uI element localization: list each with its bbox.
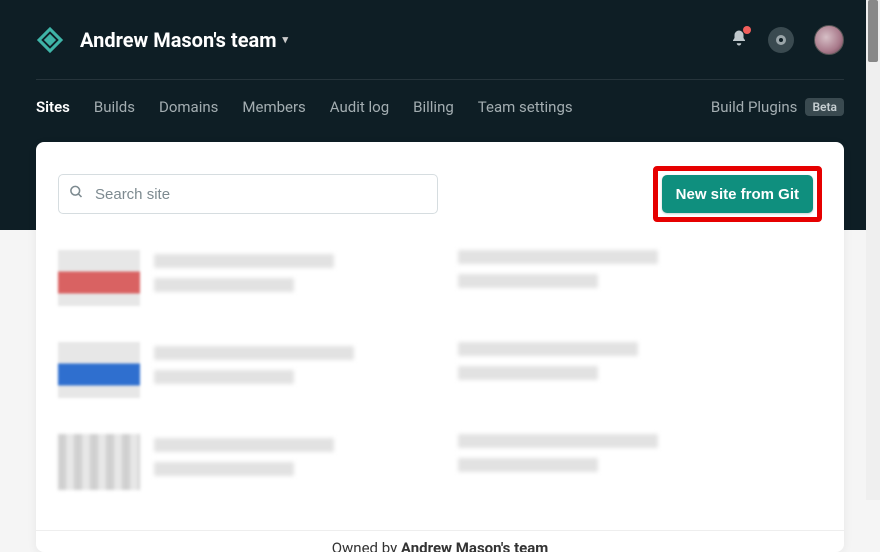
tab-billing[interactable]: Billing [413, 98, 454, 116]
settings-icon[interactable] [768, 27, 794, 53]
owned-by-footer: Owned by Andrew Mason's team [36, 530, 844, 552]
beta-badge: Beta [805, 98, 844, 116]
chevron-down-icon: ▾ [283, 33, 289, 46]
site-thumbnail [58, 250, 140, 306]
site-item[interactable] [58, 250, 422, 306]
netlify-logo[interactable] [36, 26, 64, 54]
tab-builds[interactable]: Builds [94, 98, 135, 116]
site-item[interactable] [458, 434, 822, 490]
tab-team-settings[interactable]: Team settings [478, 98, 573, 116]
notifications-icon[interactable] [730, 29, 748, 51]
site-item[interactable] [58, 342, 422, 398]
team-nav-tabs: Sites Builds Domains Members Audit log B… [36, 80, 844, 134]
site-meta-redacted [154, 434, 334, 476]
avatar[interactable] [814, 25, 844, 55]
site-item[interactable] [458, 342, 822, 398]
build-plugins-link[interactable]: Build Plugins Beta [711, 98, 844, 116]
notification-dot [743, 26, 751, 34]
team-switcher[interactable]: Andrew Mason's team ▾ [80, 28, 288, 52]
tab-domains[interactable]: Domains [159, 98, 218, 116]
site-thumbnail [58, 434, 140, 490]
new-site-from-git-button[interactable]: New site from Git [662, 175, 813, 213]
tab-sites[interactable]: Sites [36, 98, 70, 116]
tab-audit-log[interactable]: Audit log [330, 98, 389, 116]
tab-members[interactable]: Members [242, 98, 305, 116]
site-thumbnail [58, 342, 140, 398]
search-wrap [58, 174, 438, 214]
site-meta-redacted [154, 342, 354, 384]
site-meta-redacted [458, 342, 638, 380]
scrollbar-thumb[interactable] [868, 0, 878, 62]
header-bar: Andrew Mason's team ▾ [36, 0, 844, 80]
site-meta-redacted [154, 250, 334, 292]
site-meta-redacted [458, 250, 658, 288]
owned-by-prefix: Owned by [332, 539, 401, 552]
site-item[interactable] [458, 250, 822, 306]
site-meta-redacted [458, 434, 658, 472]
team-name-label: Andrew Mason's team [80, 28, 277, 52]
build-plugins-label: Build Plugins [711, 98, 798, 116]
site-item[interactable] [58, 434, 422, 490]
search-icon [69, 185, 84, 204]
search-input[interactable] [58, 174, 438, 214]
owned-by-team: Andrew Mason's team [401, 539, 548, 552]
annotation-highlight: New site from Git [653, 166, 822, 222]
sites-card: New site from Git [36, 142, 844, 552]
scrollbar-track[interactable] [866, 0, 880, 500]
